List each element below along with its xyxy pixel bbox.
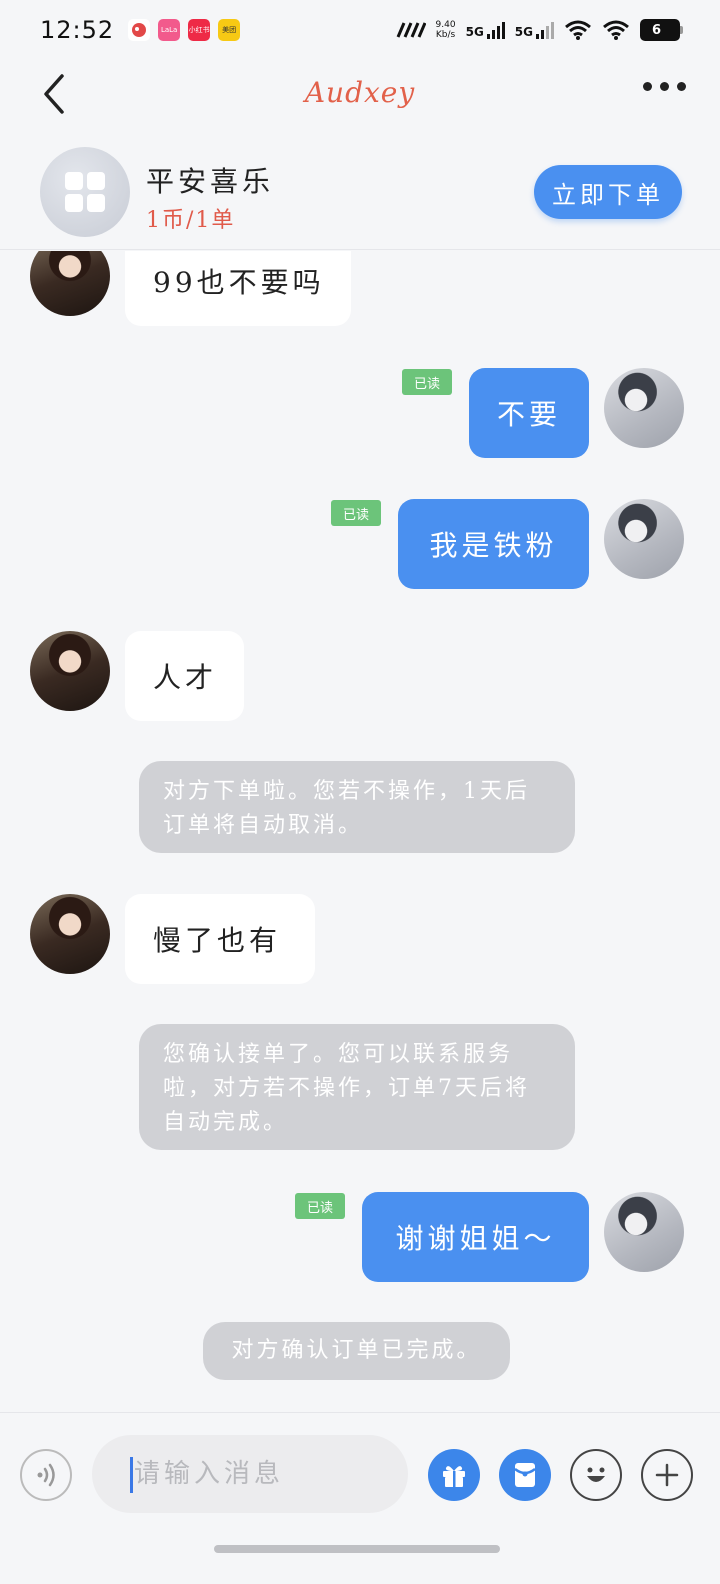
contact-avatar[interactable] xyxy=(30,251,110,316)
more-actions-button[interactable] xyxy=(641,1449,693,1501)
contact-avatar[interactable] xyxy=(30,631,110,711)
message-bubble-in[interactable]: 99也不要吗 xyxy=(125,251,351,326)
service-avatar[interactable] xyxy=(40,147,130,237)
wifi-icon xyxy=(565,20,591,40)
more-dot-icon xyxy=(677,82,686,91)
home-indicator[interactable] xyxy=(214,1545,500,1553)
network-m-icon xyxy=(396,22,426,38)
message-bubble-out[interactable]: 谢谢姐姐～ xyxy=(362,1192,589,1282)
more-button[interactable] xyxy=(643,82,686,91)
network-speed: 9.40 Kb/s xyxy=(435,20,456,40)
system-message: 对方确认订单已完成。 xyxy=(203,1322,510,1380)
signal-5g-1: 5G xyxy=(466,21,505,39)
app-icon-2: LaLa xyxy=(158,19,181,41)
status-indicators: 9.40 Kb/s 5G 5G 6 xyxy=(396,19,683,41)
red-packet-button[interactable] xyxy=(499,1449,551,1501)
emoji-button[interactable] xyxy=(570,1449,622,1501)
voice-icon xyxy=(37,1463,55,1487)
my-avatar[interactable] xyxy=(604,499,684,579)
app-icon-4: 美团 xyxy=(218,19,241,41)
red-packet-icon xyxy=(514,1463,536,1487)
read-status-badge: 已读 xyxy=(331,500,382,526)
grid-icon xyxy=(65,172,105,212)
gift-icon xyxy=(443,1466,465,1487)
message-input[interactable] xyxy=(92,1435,408,1513)
app-icon-3: 小红书 xyxy=(188,19,211,41)
plus-icon xyxy=(655,1463,679,1487)
contact-avatar[interactable] xyxy=(30,894,110,974)
system-message: 对方下单啦。您若不操作，1天后订单将自动取消。 xyxy=(139,761,575,853)
message-bubble-out[interactable]: 我是铁粉 xyxy=(398,499,589,589)
message-bubble-in[interactable]: 人才 xyxy=(125,631,244,721)
signal-bars-icon xyxy=(536,21,554,39)
smiley-icon xyxy=(587,1467,605,1482)
signal-bars-icon xyxy=(486,21,505,39)
voice-button[interactable] xyxy=(20,1449,72,1501)
order-now-button[interactable]: 立即下单 xyxy=(534,165,682,219)
read-status-badge: 已读 xyxy=(402,369,453,395)
read-status-badge: 已读 xyxy=(295,1193,346,1219)
text-caret xyxy=(130,1457,133,1493)
input-bar xyxy=(0,1412,720,1584)
message-bubble-out[interactable]: 不要 xyxy=(469,368,589,458)
message-list[interactable]: 99也不要吗 已读 不要 已读 我是铁粉 人才 对方下单啦。您若不操作，1天后订… xyxy=(0,251,720,1411)
service-name: 平安喜乐 xyxy=(146,165,275,198)
service-price: 1币/1单 xyxy=(146,208,236,233)
message-bubble-in[interactable]: 慢了也有 xyxy=(125,894,315,984)
gift-button[interactable] xyxy=(428,1449,480,1501)
signal-5g-2: 5G xyxy=(515,21,554,39)
status-app-icons: LaLa 小红书 美团 xyxy=(128,19,241,41)
status-time: 12:52 xyxy=(40,16,115,44)
my-avatar[interactable] xyxy=(604,368,684,448)
system-message: 您确认接单了。您可以联系服务啦，对方若不操作，订单7天后将自动完成。 xyxy=(139,1024,575,1150)
chat-header: Audxey xyxy=(0,60,720,130)
chat-title: Audxey xyxy=(304,76,416,109)
my-avatar[interactable] xyxy=(604,1192,684,1272)
status-bar: 12:52 LaLa 小红书 美团 9.40 Kb/s 5G 5G 6 xyxy=(0,0,720,60)
battery-icon: 6 xyxy=(640,19,683,41)
more-dot-icon xyxy=(643,82,652,91)
more-dot-icon xyxy=(660,82,669,91)
app-icon-1 xyxy=(128,19,151,41)
service-card: 平安喜乐 1币/1单 立即下单 xyxy=(0,130,720,250)
wifi-icon xyxy=(603,20,629,40)
